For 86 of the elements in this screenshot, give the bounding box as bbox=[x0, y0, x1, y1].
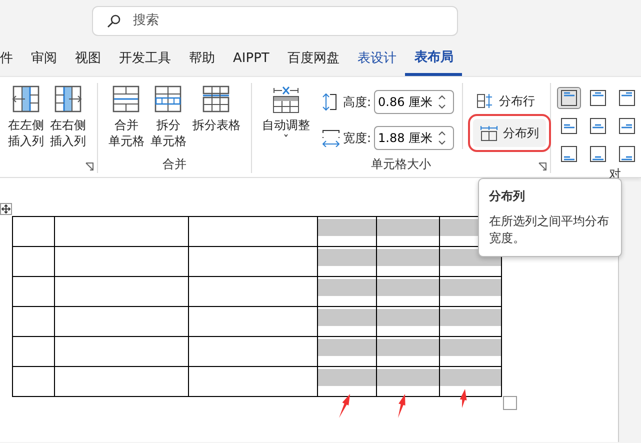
selected-table-cell[interactable] bbox=[440, 306, 502, 336]
table-cell[interactable] bbox=[188, 246, 318, 276]
ribbon-tab[interactable]: 视图 bbox=[66, 42, 110, 76]
selected-table-cell[interactable] bbox=[376, 366, 440, 396]
search-icon bbox=[107, 14, 121, 28]
ribbon-tab[interactable]: 审阅 bbox=[22, 42, 66, 76]
align-icon bbox=[560, 145, 578, 163]
spinner-arrows-icon[interactable] bbox=[438, 95, 446, 109]
table-cell[interactable] bbox=[12, 216, 54, 246]
merge-cells-icon bbox=[112, 85, 140, 113]
ribbon-tab[interactable]: 件 bbox=[0, 42, 22, 76]
table-cell[interactable] bbox=[188, 216, 318, 246]
width-label: 宽度: bbox=[342, 130, 371, 147]
table-cell[interactable] bbox=[54, 366, 188, 396]
table-move-handle-icon[interactable] bbox=[0, 203, 12, 215]
distribute-columns-button[interactable]: 分布列 bbox=[473, 119, 546, 147]
merge-button[interactable]: 合并 单元格 bbox=[106, 83, 146, 152]
selected-table-cell[interactable] bbox=[318, 276, 376, 306]
ribbon-tab[interactable]: 表设计 bbox=[348, 42, 406, 76]
selected-table-cell[interactable] bbox=[376, 306, 440, 336]
align-icon bbox=[618, 145, 636, 163]
insert-left-button[interactable]: 在左侧 插入列 bbox=[6, 83, 46, 152]
align-icon bbox=[560, 117, 578, 135]
dialog-launcher-icon[interactable] bbox=[538, 162, 547, 171]
distribute-rows-icon bbox=[476, 93, 494, 109]
table-resize-handle-icon[interactable] bbox=[503, 396, 517, 410]
group-label: 单元格大小 bbox=[370, 156, 431, 173]
dialog-launcher-icon[interactable] bbox=[85, 162, 94, 171]
selected-table-cell[interactable] bbox=[318, 306, 376, 336]
table-cell[interactable] bbox=[12, 306, 54, 336]
search-input[interactable]: 搜索 bbox=[131, 10, 457, 32]
autofit-button[interactable]: 自动调整 ˇ bbox=[260, 83, 312, 148]
selected-table-cell[interactable] bbox=[318, 246, 376, 276]
align-button[interactable] bbox=[557, 87, 581, 109]
align-icon bbox=[618, 117, 636, 135]
table-cell[interactable] bbox=[12, 336, 54, 366]
align-icon bbox=[589, 117, 607, 135]
table-cell[interactable] bbox=[188, 276, 318, 306]
table-cell[interactable] bbox=[188, 366, 318, 396]
ribbon-tab[interactable]: 百度网盘 bbox=[278, 42, 348, 76]
search-field[interactable]: 搜索 bbox=[92, 6, 458, 36]
split-button[interactable]: 拆分 单元格 bbox=[148, 83, 188, 152]
table-cell[interactable] bbox=[54, 216, 188, 246]
width-field[interactable]: 1.88 厘米 bbox=[374, 126, 454, 150]
insert-right-button[interactable]: 在右侧 插入列 bbox=[48, 83, 88, 152]
table-cell[interactable] bbox=[12, 366, 54, 396]
annotation-arrow bbox=[458, 388, 469, 409]
table-cell[interactable] bbox=[188, 306, 318, 336]
align-icon bbox=[589, 89, 607, 107]
height-field[interactable]: 0.86 厘米 bbox=[374, 90, 454, 114]
selected-table-cell[interactable] bbox=[440, 336, 502, 366]
split-table-button[interactable]: 拆分表格 bbox=[190, 83, 242, 136]
table-cell[interactable] bbox=[188, 336, 318, 366]
height-label: 高度: bbox=[342, 94, 371, 111]
tooltip-title: 分布列 bbox=[489, 188, 526, 205]
table-cell[interactable] bbox=[12, 246, 54, 276]
selected-table-cell[interactable] bbox=[318, 336, 376, 366]
ribbon-tab[interactable]: 开发工具 bbox=[110, 42, 180, 76]
selected-table-cell[interactable] bbox=[440, 276, 502, 306]
ribbon-tab[interactable]: 帮助 bbox=[180, 42, 224, 76]
width-spin-icon bbox=[322, 129, 340, 147]
split-cells-icon bbox=[154, 85, 182, 113]
table-cell[interactable] bbox=[12, 276, 54, 306]
table-cell[interactable] bbox=[54, 336, 188, 366]
selected-table-cell[interactable] bbox=[376, 336, 440, 366]
split-table-icon bbox=[202, 85, 230, 113]
align-icon bbox=[560, 89, 578, 107]
selected-table-cell[interactable] bbox=[376, 216, 440, 246]
selected-table-cell[interactable] bbox=[440, 366, 502, 396]
spinner-arrows-icon[interactable] bbox=[438, 131, 446, 145]
selected-table-cell[interactable] bbox=[318, 216, 376, 246]
align-icon bbox=[589, 145, 607, 163]
selected-table-cell[interactable] bbox=[376, 276, 440, 306]
selected-table-cell[interactable] bbox=[376, 246, 440, 276]
tooltip-text: 在所选列之间平均分布宽度。 bbox=[489, 213, 610, 248]
insert-column-left-icon bbox=[12, 85, 40, 113]
table-cell[interactable] bbox=[54, 306, 188, 336]
distribute-rows-button[interactable]: 分布行 bbox=[469, 87, 546, 115]
align-icon bbox=[618, 89, 636, 107]
table-cell[interactable] bbox=[54, 246, 188, 276]
insert-column-right-icon bbox=[54, 85, 82, 113]
distribute-columns-icon bbox=[480, 125, 498, 141]
ribbon-tab[interactable]: AIPPT bbox=[224, 42, 278, 76]
group-label: 合并 bbox=[162, 156, 187, 173]
table-cell[interactable] bbox=[54, 276, 188, 306]
selected-table-cell[interactable] bbox=[318, 366, 376, 396]
